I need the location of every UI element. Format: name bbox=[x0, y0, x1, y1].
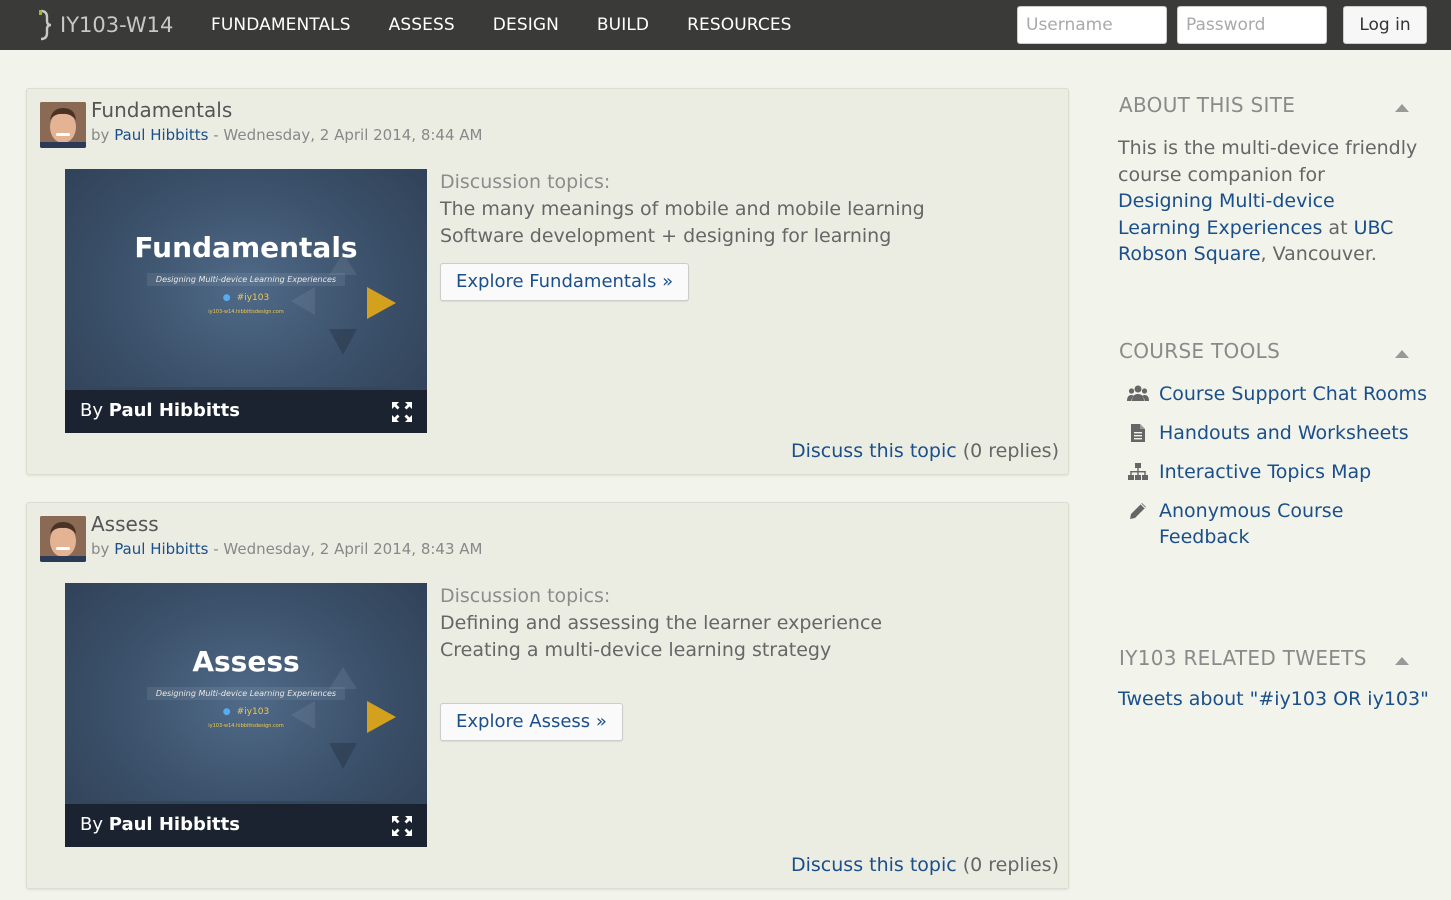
course-tools-heading: COURSE TOOLS bbox=[1119, 339, 1281, 363]
nav-design[interactable]: DESIGN bbox=[474, 15, 578, 35]
post-date: - Wednesday, 2 April 2014, 8:44 AM bbox=[208, 126, 483, 144]
video-hashtag: #iy103 bbox=[236, 707, 270, 717]
collapse-caret-icon[interactable] bbox=[1395, 104, 1409, 112]
password-input[interactable] bbox=[1177, 6, 1327, 44]
video-hashtag: #iy103 bbox=[236, 293, 270, 303]
post-title[interactable]: Fundamentals bbox=[91, 98, 232, 122]
course-tools-list: Course Support Chat Rooms Handouts and W… bbox=[1127, 381, 1427, 563]
sitemap-icon bbox=[1127, 462, 1149, 482]
tool-label[interactable]: Handouts and Worksheets bbox=[1159, 422, 1409, 444]
topics-label: Discussion topics: bbox=[440, 171, 611, 193]
explore-fundamentals-button[interactable]: Explore Fundamentals » bbox=[440, 263, 690, 301]
author-avatar[interactable] bbox=[40, 516, 86, 562]
video-subtitle: Designing Multi-device Learning Experien… bbox=[147, 687, 345, 700]
twitter-bird-icon: ● bbox=[222, 707, 231, 717]
video-embed[interactable]: Fundamentals Designing Multi-device Lear… bbox=[65, 169, 427, 433]
reply-count: (0 replies) bbox=[956, 854, 1059, 876]
twitter-bird-icon: ● bbox=[222, 293, 231, 303]
topics-label: Discussion topics: bbox=[440, 585, 611, 607]
post-title[interactable]: Assess bbox=[91, 512, 159, 536]
video-title: Fundamentals bbox=[134, 231, 358, 264]
video-url: iy103-w14.hibbittsdesign.com bbox=[208, 723, 284, 729]
video-byline: By Paul Hibbitts bbox=[80, 400, 240, 421]
tweets-heading: IY103 RELATED TWEETS bbox=[1119, 646, 1367, 670]
nav-fundamentals[interactable]: FUNDAMENTALS bbox=[192, 15, 370, 35]
username-input[interactable] bbox=[1017, 6, 1167, 44]
about-text-part: , Vancouver. bbox=[1260, 243, 1377, 265]
about-text-part: This is the multi-device friendly course… bbox=[1118, 137, 1418, 186]
fullscreen-icon[interactable] bbox=[391, 401, 413, 423]
login-button[interactable]: Log in bbox=[1343, 6, 1427, 44]
main-nav: FUNDAMENTALS ASSESS DESIGN BUILD RESOURC… bbox=[192, 0, 811, 50]
login-form: Log in bbox=[1017, 6, 1427, 44]
nav-assess[interactable]: ASSESS bbox=[370, 15, 474, 35]
about-text-part: at bbox=[1322, 216, 1354, 239]
top-navbar: IY103-W14 FUNDAMENTALS ASSESS DESIGN BUI… bbox=[0, 0, 1451, 50]
video-caption-bar: By Paul Hibbitts bbox=[65, 387, 427, 433]
fullscreen-icon[interactable] bbox=[391, 815, 413, 837]
explore-assess-button[interactable]: Explore Assess » bbox=[440, 703, 623, 741]
users-icon bbox=[1127, 384, 1149, 404]
video-by-prefix: By bbox=[80, 400, 109, 421]
arrow-down-shape bbox=[329, 743, 357, 769]
pencil-icon bbox=[1127, 501, 1149, 521]
brace-logo-icon bbox=[36, 8, 54, 42]
document-icon bbox=[1127, 423, 1149, 443]
post-meta: by Paul Hibbitts - Wednesday, 2 April 20… bbox=[91, 126, 483, 144]
nav-resources[interactable]: RESOURCES bbox=[668, 15, 810, 35]
discuss-row: Discuss this topic (0 replies) bbox=[791, 854, 1059, 876]
video-caption-bar: By Paul Hibbitts bbox=[65, 801, 427, 847]
forum-post: Fundamentals by Paul Hibbitts - Wednesda… bbox=[26, 88, 1069, 475]
video-by-name: Paul Hibbitts bbox=[108, 400, 240, 421]
tool-topics-map[interactable]: Interactive Topics Map bbox=[1127, 459, 1427, 485]
tool-handouts[interactable]: Handouts and Worksheets bbox=[1127, 420, 1427, 446]
topic-item: The many meanings of mobile and mobile l… bbox=[440, 198, 925, 220]
video-hashtag-row: ● #iy103 bbox=[65, 293, 427, 303]
by-label: by bbox=[91, 540, 110, 558]
tool-label[interactable]: Anonymous Course Feedback bbox=[1159, 500, 1343, 548]
post-meta: by Paul Hibbitts - Wednesday, 2 April 20… bbox=[91, 540, 483, 558]
nav-build[interactable]: BUILD bbox=[578, 15, 668, 35]
discuss-row: Discuss this topic (0 replies) bbox=[791, 440, 1059, 462]
topic-item: Creating a multi-device learning strateg… bbox=[440, 639, 832, 661]
post-date: - Wednesday, 2 April 2014, 8:43 AM bbox=[208, 540, 483, 558]
tool-label[interactable]: Course Support Chat Rooms bbox=[1159, 383, 1427, 405]
tweets-link[interactable]: Tweets about "#iy103 OR iy103" bbox=[1118, 688, 1429, 710]
tool-label[interactable]: Interactive Topics Map bbox=[1159, 461, 1371, 483]
topic-item: Defining and assessing the learner exper… bbox=[440, 612, 883, 634]
author-avatar[interactable] bbox=[40, 102, 86, 148]
tool-chat-rooms[interactable]: Course Support Chat Rooms bbox=[1127, 381, 1427, 407]
video-by-name: Paul Hibbitts bbox=[108, 814, 240, 835]
author-link[interactable]: Paul Hibbitts bbox=[114, 126, 208, 144]
video-by-prefix: By bbox=[80, 814, 109, 835]
site-brand[interactable]: IY103-W14 bbox=[36, 8, 173, 42]
reply-count: (0 replies) bbox=[956, 440, 1059, 462]
forum-post: Assess by Paul Hibbitts - Wednesday, 2 A… bbox=[26, 502, 1069, 889]
topic-item: Software development + designing for lea… bbox=[440, 225, 892, 247]
collapse-caret-icon[interactable] bbox=[1395, 657, 1409, 665]
course-link[interactable]: Designing Multi-device Learning Experien… bbox=[1118, 190, 1335, 239]
about-text: This is the multi-device friendly course… bbox=[1118, 135, 1418, 268]
video-hashtag-row: ● #iy103 bbox=[65, 707, 427, 717]
video-byline: By Paul Hibbitts bbox=[80, 814, 240, 835]
video-url: iy103-w14.hibbittsdesign.com bbox=[208, 309, 284, 315]
collapse-caret-icon[interactable] bbox=[1395, 350, 1409, 358]
tool-feedback[interactable]: Anonymous Course Feedback bbox=[1127, 498, 1427, 550]
discuss-link[interactable]: Discuss this topic bbox=[791, 854, 957, 876]
by-label: by bbox=[91, 126, 110, 144]
author-link[interactable]: Paul Hibbitts bbox=[114, 540, 208, 558]
discuss-link[interactable]: Discuss this topic bbox=[791, 440, 957, 462]
video-embed[interactable]: Assess Designing Multi-device Learning E… bbox=[65, 583, 427, 847]
video-title: Assess bbox=[192, 645, 300, 678]
arrow-down-shape bbox=[329, 329, 357, 355]
video-subtitle: Designing Multi-device Learning Experien… bbox=[147, 273, 345, 286]
about-heading: ABOUT THIS SITE bbox=[1119, 93, 1296, 117]
brand-label: IY103-W14 bbox=[60, 13, 174, 37]
